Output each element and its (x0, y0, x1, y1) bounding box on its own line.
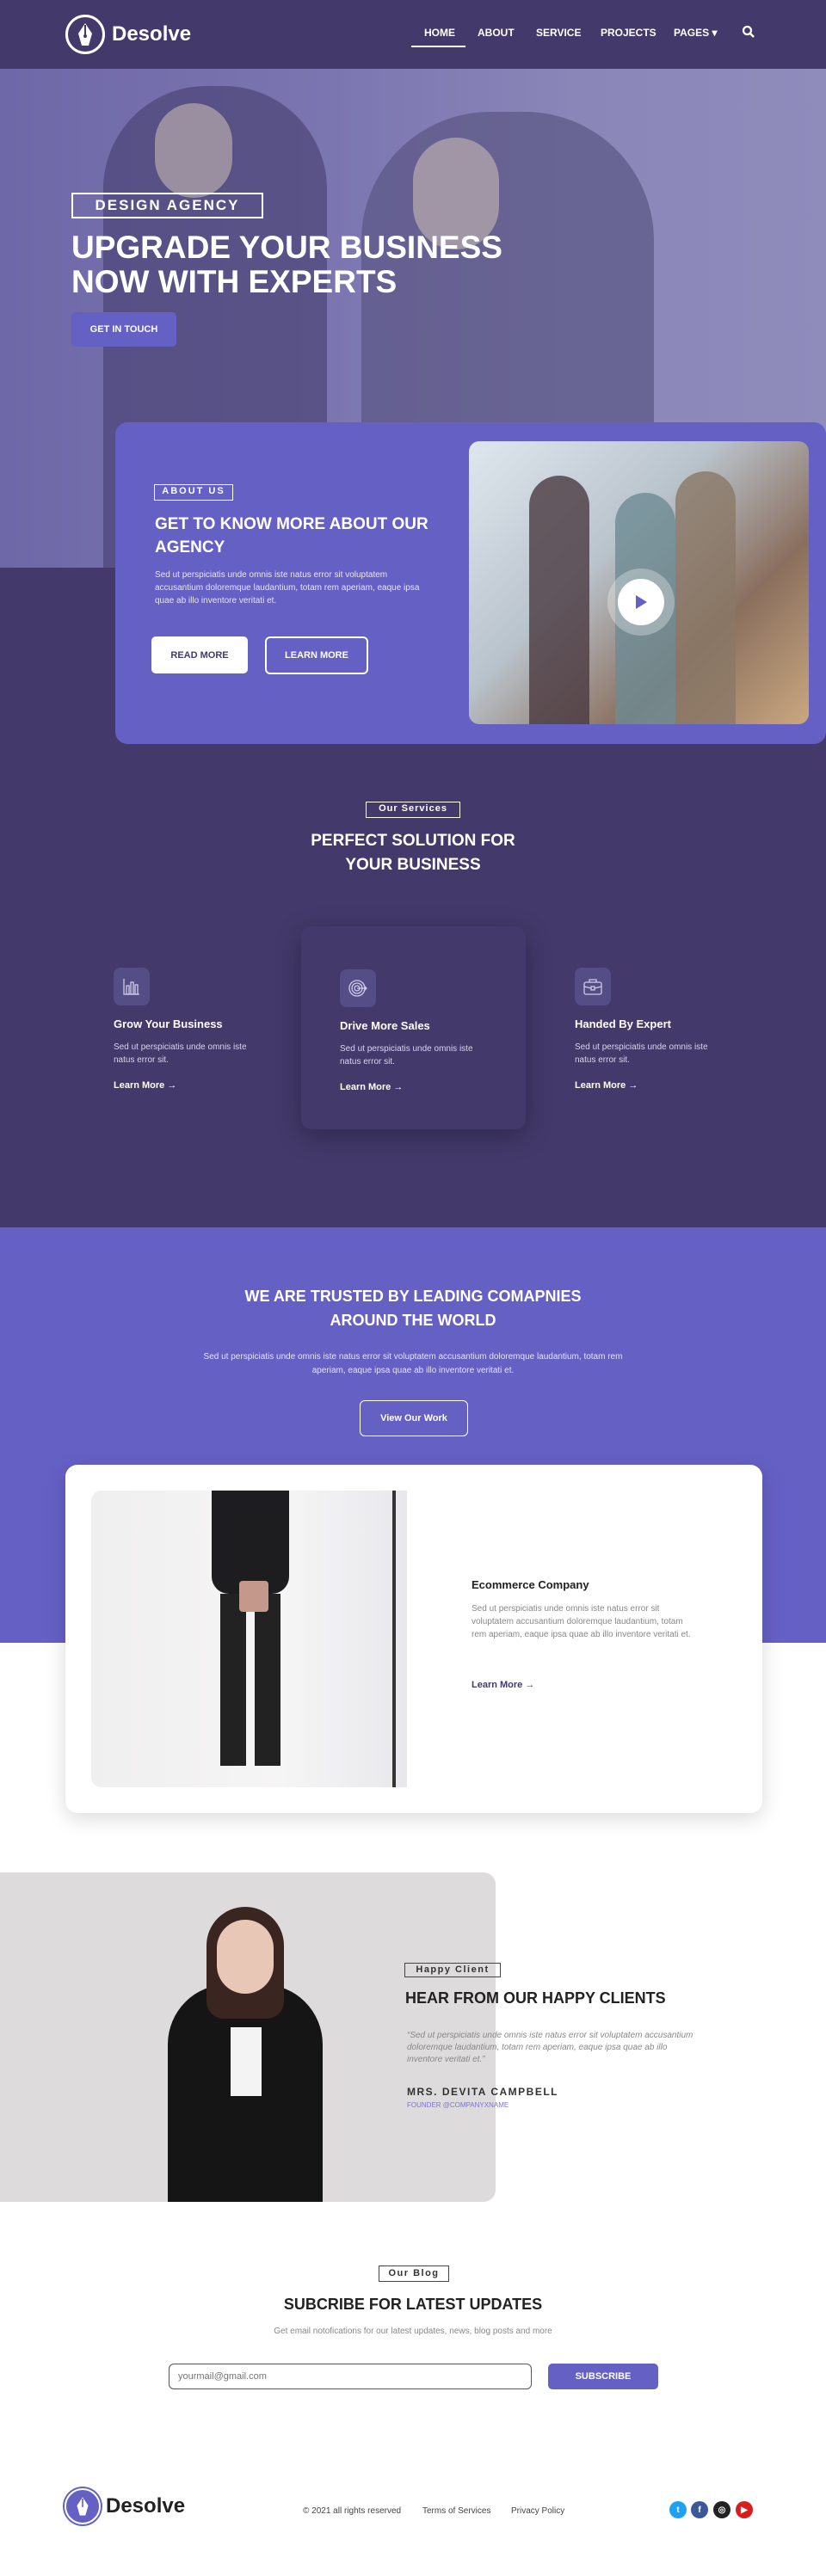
brand-name[interactable]: Desolve (112, 22, 191, 46)
subscribe-button[interactable]: SUBSCRIBE (548, 2364, 658, 2389)
service-title: Grow Your Business (114, 1017, 223, 1030)
play-icon[interactable] (618, 579, 664, 625)
service-title: Handed By Expert (575, 1017, 671, 1030)
blog-badge: Our Blog (379, 2266, 449, 2282)
blog-title: SUBCRIBE FOR LATEST UPDATES (283, 2296, 543, 2313)
testimonial-quote: “Sed ut perspiciatis unde omnis iste nat… (407, 2031, 693, 2064)
service-title: Drive More Sales (340, 1019, 430, 1032)
services-badge: Our Services (366, 802, 460, 818)
blog-subtitle: Get email notofications for our latest u… (274, 2327, 552, 2336)
about-card: ABOUT US GET TO KNOW MORE ABOUT OUR AGEN… (115, 422, 826, 744)
nav-projects[interactable]: PROJECTS (601, 27, 656, 39)
service-desc: Sed ut perspiciatis unde omnis iste natu… (340, 1044, 473, 1067)
trusted-title-line: AROUND THE WORLD (330, 1312, 496, 1329)
nav-active-indicator (411, 46, 465, 47)
about-badge: ABOUT US (154, 484, 233, 501)
read-more-button[interactable]: READ MORE (151, 636, 248, 673)
about-title: GET TO KNOW MORE ABOUT OUR AGENCY (155, 515, 428, 556)
nav-pages[interactable]: PAGES ▾ (674, 27, 717, 39)
youtube-icon[interactable]: ▶ (736, 2501, 753, 2518)
footer-brand[interactable]: Desolve (106, 2494, 185, 2518)
trusted-title: WE ARE TRUSTED BY LEADING COMAPNIES AROU… (155, 1284, 671, 1332)
logo-pen-icon[interactable] (65, 15, 105, 54)
service-item: Grow Your Business Sed ut perspiciatis u… (114, 968, 320, 1091)
hero-image-face (155, 103, 232, 198)
view-our-work-button[interactable]: View Our Work (360, 1400, 468, 1436)
team-video-thumbnail[interactable] (469, 441, 809, 724)
testimonial-title: HEAR FROM OUR HAPPY CLIENTS (405, 1989, 666, 2007)
trusted-text: Sed ut perspiciatis unde omnis iste natu… (203, 1352, 623, 1375)
copyright: © 2021 all rights reserved (303, 2506, 402, 2516)
learn-more-link[interactable]: Learn More → (340, 1082, 546, 1092)
hero-title: UPGRADE YOUR BUSINESS NOW WITH EXPERTS (71, 231, 588, 299)
nav-service[interactable]: SERVICE (536, 27, 581, 39)
service-desc: Sed ut perspiciatis unde omnis iste natu… (114, 1042, 247, 1065)
learn-more-button[interactable]: LEARN MORE (265, 636, 368, 674)
services-title-line: YOUR BUSINESS (345, 856, 481, 874)
client-role: FOUNDER @COMPANYXNAME (407, 2101, 509, 2109)
bar-chart-icon (114, 968, 150, 1005)
site-header: Desolve HOME ABOUT SERVICE PROJECTS PAGE… (0, 0, 826, 69)
learn-more-link[interactable]: Learn More → (575, 1080, 781, 1091)
nav-about[interactable]: ABOUT (478, 27, 515, 39)
service-desc: Sed ut perspiciatis unde omnis iste natu… (575, 1042, 708, 1065)
project-learn-more-link[interactable]: Learn More → (472, 1680, 534, 1690)
email-input[interactable] (169, 2364, 532, 2389)
get-in-touch-button[interactable]: GET IN TOUCH (71, 312, 176, 347)
testimonial-badge: Happy Client (404, 1963, 501, 1977)
ecommerce-project-image (91, 1491, 407, 1787)
target-icon (340, 969, 376, 1007)
hero-badge: DESIGN AGENCY (71, 193, 263, 218)
services-title: PERFECT SOLUTION FOR YOUR BUSINESS (241, 829, 585, 877)
nav-home[interactable]: HOME (424, 27, 455, 39)
privacy-link[interactable]: Privacy Policy (511, 2506, 564, 2516)
trusted-title-line: WE ARE TRUSTED BY LEADING COMAPNIES (244, 1288, 582, 1305)
learn-more-link[interactable]: Learn More → (114, 1080, 320, 1091)
instagram-icon[interactable]: ◎ (713, 2501, 730, 2518)
hero-title-line: UPGRADE YOUR BUSINESS (71, 230, 502, 265)
client-name: MRS. DEVITA CAMPBELL (407, 2086, 558, 2098)
about-text: Sed ut perspiciatis unde omnis iste natu… (155, 570, 420, 606)
hero-title-line: NOW WITH EXPERTS (71, 264, 398, 299)
briefcase-icon (575, 968, 611, 1005)
services-title-line: PERFECT SOLUTION FOR (311, 832, 515, 850)
footer-logo-pen-icon[interactable] (65, 2488, 101, 2524)
project-title: Ecommerce Company (472, 1578, 589, 1591)
twitter-icon[interactable]: t (669, 2501, 687, 2518)
facebook-icon[interactable]: f (691, 2501, 708, 2518)
project-text: Sed ut perspiciatis unde omnis iste natu… (472, 1604, 691, 1639)
project-card: Ecommerce Company Sed ut perspiciatis un… (65, 1465, 762, 1813)
service-item: Handed By Expert Sed ut perspiciatis und… (575, 968, 781, 1091)
service-item: Drive More Sales Sed ut perspiciatis und… (340, 969, 546, 1092)
search-icon[interactable] (742, 25, 755, 43)
terms-link[interactable]: Terms of Services (422, 2506, 490, 2516)
